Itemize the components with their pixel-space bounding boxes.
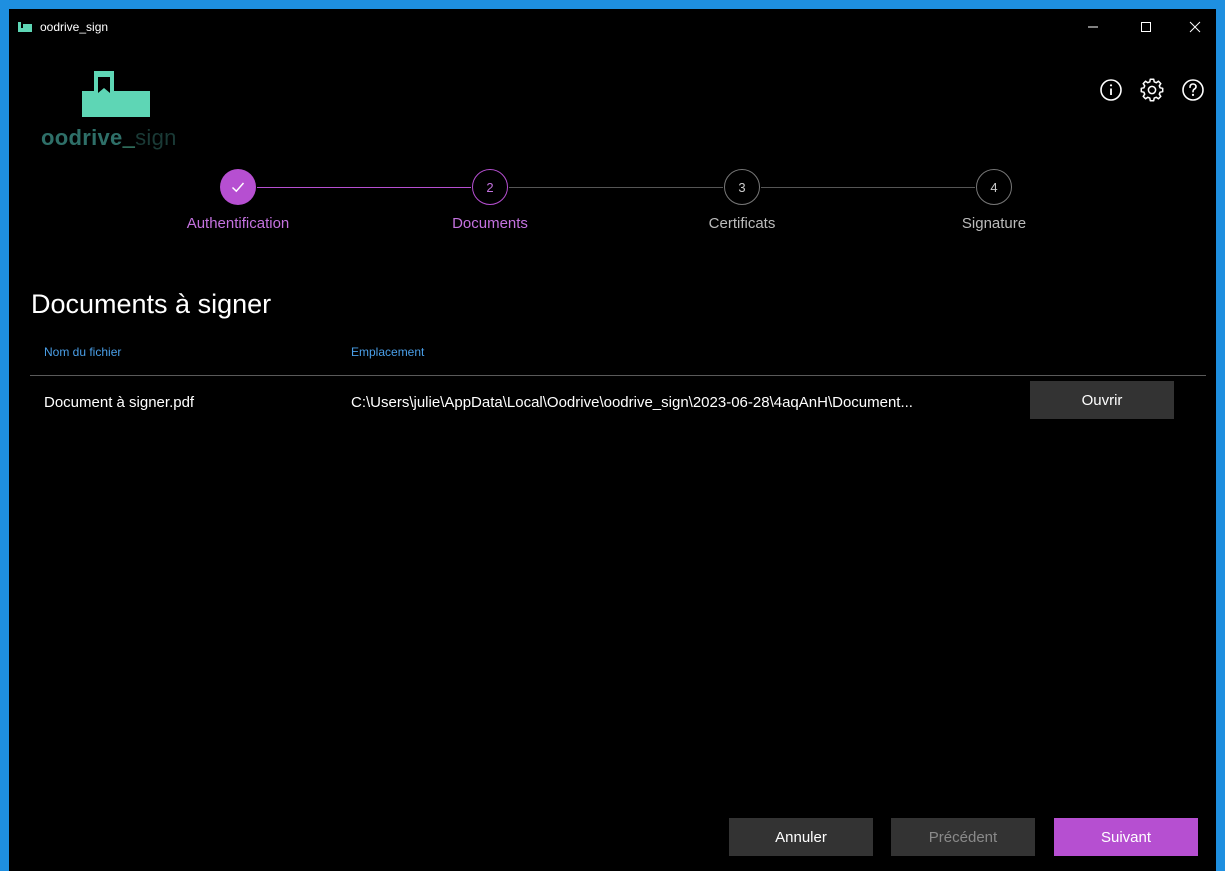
step-4-label: Signature	[961, 215, 1027, 232]
info-icon[interactable]	[1099, 78, 1123, 102]
logo-text: oodrive_sign	[41, 125, 177, 151]
step-3-circle: 3	[724, 169, 760, 205]
window-title: oodrive_sign	[40, 20, 109, 34]
step-2-number: 2	[486, 179, 494, 195]
app-logo-icon	[18, 22, 32, 32]
app-window: oodrive_sign oodrive_sign 2 3 4 Authenti…	[9, 9, 1216, 871]
step-2-label: Documents	[452, 215, 528, 232]
file-location: C:\Users\julie\AppData\Local\Oodrive\ood…	[351, 394, 913, 411]
page-title: Documents à signer	[31, 289, 272, 319]
cancel-button[interactable]: Annuler	[729, 818, 873, 856]
step-4-circle: 4	[976, 169, 1012, 205]
next-button[interactable]: Suivant	[1054, 818, 1198, 856]
previous-button[interactable]: Précédent	[891, 818, 1035, 856]
logo-graphic-icon	[82, 71, 150, 117]
column-header-location: Emplacement	[351, 345, 425, 359]
help-icon[interactable]	[1181, 78, 1205, 102]
checkmark-icon	[231, 182, 245, 193]
step-3-number: 3	[738, 179, 746, 195]
table-divider	[30, 375, 1206, 376]
step-4-number: 4	[990, 179, 998, 195]
title-bar[interactable]: oodrive_sign	[9, 9, 1216, 45]
minimize-button[interactable]	[1070, 9, 1116, 45]
logo-underscore: _	[122, 125, 136, 150]
step-connector-1	[257, 187, 471, 188]
logo-suffix: sign	[135, 125, 177, 150]
progress-stepper: 2 3 4 Authentification Documents Certifi…	[9, 169, 1216, 249]
file-name: Document à signer.pdf	[44, 394, 195, 411]
step-1-label: Authentification	[186, 215, 290, 232]
gear-icon[interactable]	[1140, 78, 1164, 102]
step-3-label: Certificats	[708, 215, 776, 232]
open-button[interactable]: Ouvrir	[1030, 381, 1174, 419]
close-icon	[1189, 21, 1201, 33]
minimize-icon	[1088, 26, 1098, 28]
maximize-button[interactable]	[1123, 9, 1169, 45]
close-button[interactable]	[1172, 9, 1216, 45]
column-header-name: Nom du fichier	[44, 345, 122, 359]
step-1-circle	[220, 169, 256, 205]
step-connector-3	[761, 187, 975, 188]
step-connector-2	[509, 187, 723, 188]
logo-brand: oodrive	[41, 125, 123, 150]
step-2-circle: 2	[472, 169, 508, 205]
maximize-icon	[1141, 22, 1151, 32]
